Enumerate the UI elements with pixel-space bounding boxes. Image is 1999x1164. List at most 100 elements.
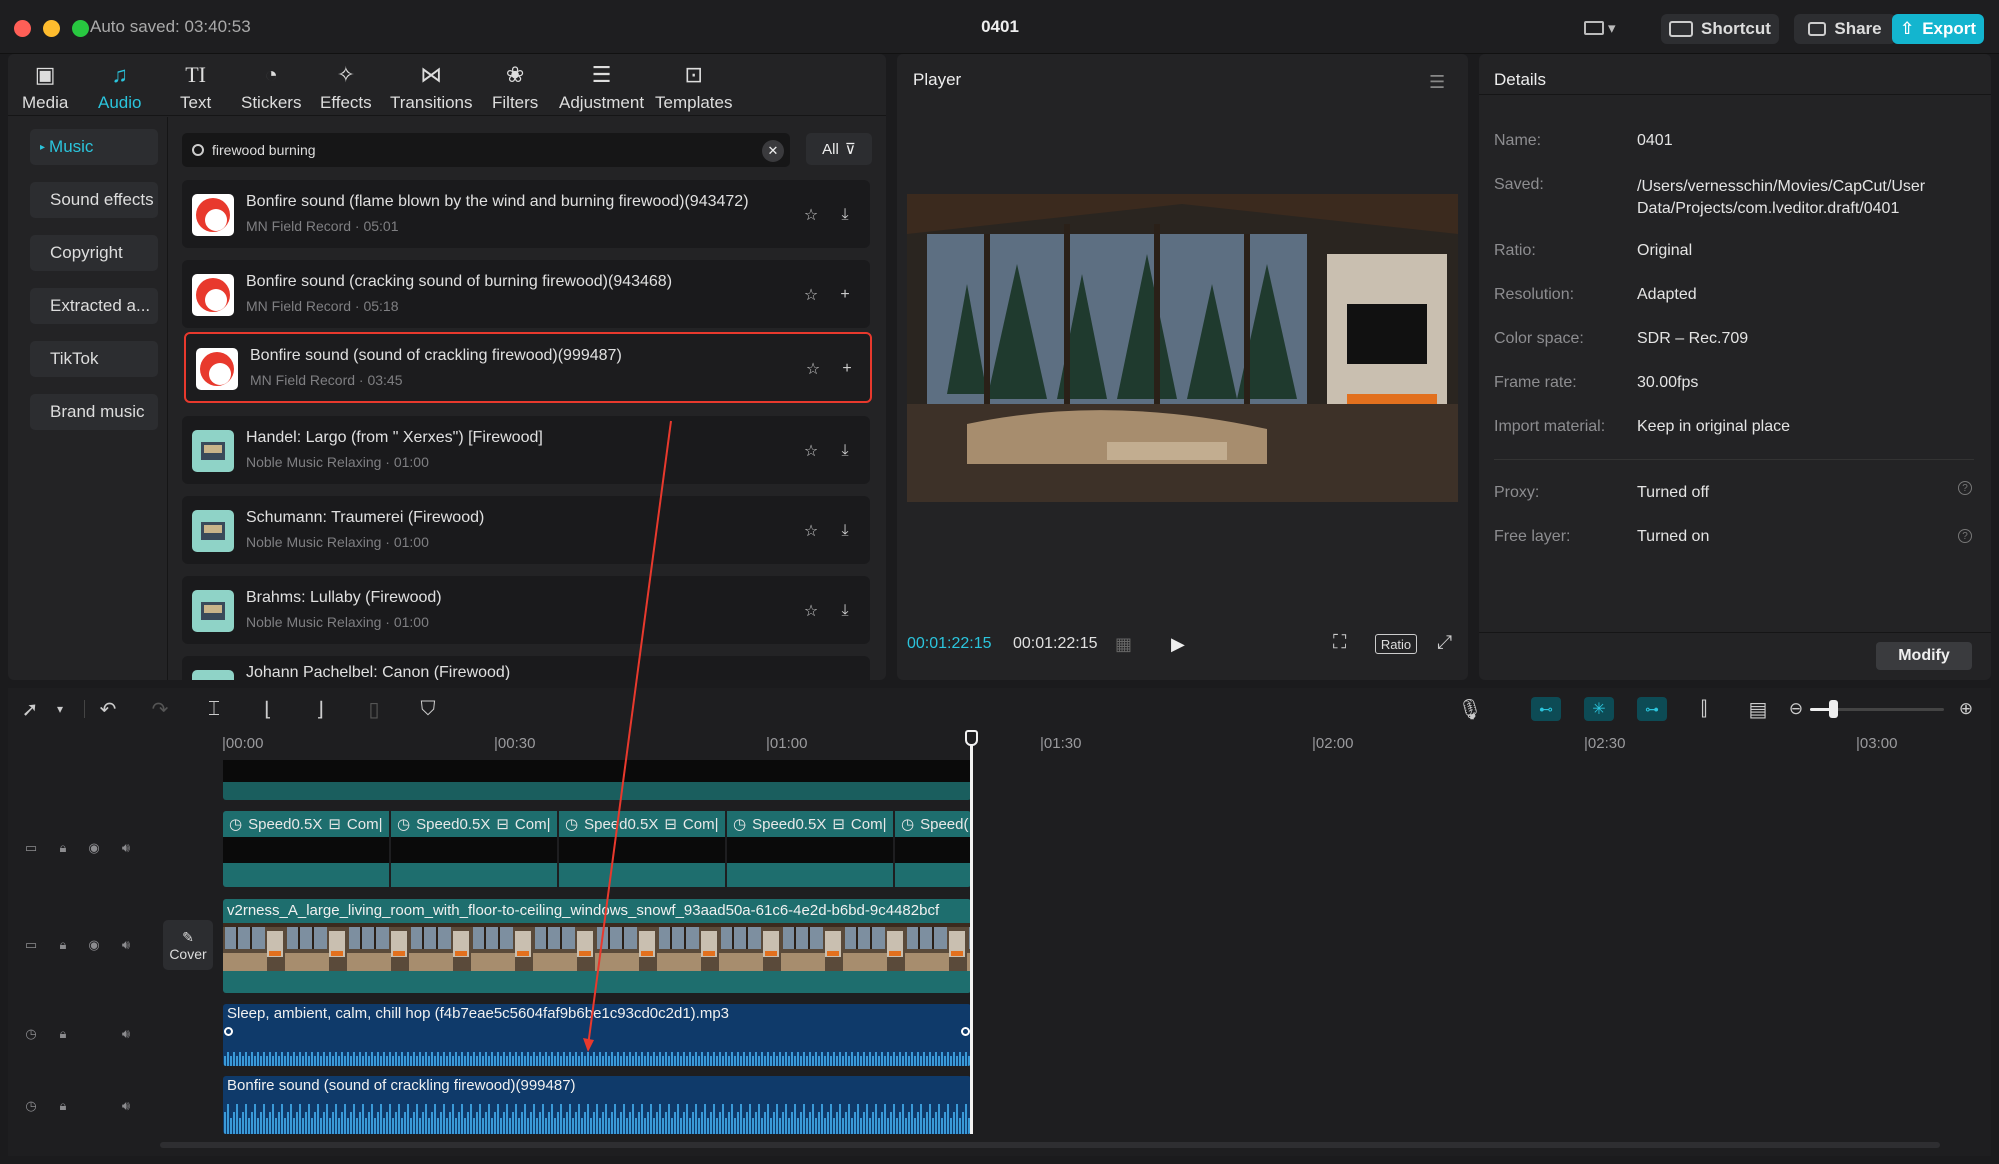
tab-text[interactable]: TI Text bbox=[180, 62, 211, 113]
speaker-icon[interactable]: 🔊︎ bbox=[118, 840, 134, 856]
favorite-star-icon[interactable]: ☆ bbox=[802, 522, 820, 540]
ruler-label: |02:30 bbox=[1584, 735, 1626, 752]
lock-icon[interactable]: 🔒︎ bbox=[55, 840, 71, 856]
select-tool-icon[interactable]: ➚ bbox=[18, 697, 42, 721]
close-window-button[interactable] bbox=[14, 20, 31, 37]
add-icon[interactable]: + bbox=[838, 360, 856, 378]
list-item[interactable]: Bonfire sound (cracking sound of burning… bbox=[182, 260, 870, 328]
download-icon[interactable]: ⤓ bbox=[836, 522, 854, 540]
video-track-icon: ▭ bbox=[24, 937, 38, 952]
clear-search-button[interactable]: ✕ bbox=[762, 140, 784, 162]
title-bar: Auto saved: 03:40:53 0401 ▾ Shortcut Sha… bbox=[0, 0, 1999, 54]
track-title: Bonfire sound (sound of crackling firewo… bbox=[250, 347, 622, 364]
lock-icon[interactable]: 🔒︎ bbox=[55, 937, 71, 953]
ratio-button[interactable]: Ratio bbox=[1375, 634, 1417, 654]
chevron-down-icon: ▾ bbox=[1608, 20, 1616, 37]
play-button[interactable]: ▶ bbox=[1171, 634, 1185, 655]
share-button[interactable]: Share bbox=[1794, 14, 1896, 44]
zoom-out-icon[interactable]: ⊖ bbox=[1784, 697, 1808, 721]
audio-clip-sleep[interactable]: Sleep, ambient, calm, chill hop (f4b7eae… bbox=[223, 1004, 971, 1066]
speaker-icon[interactable]: 🔊︎ bbox=[118, 937, 134, 953]
main-video-clip[interactable]: v2rness_A_large_living_room_with_floor-t… bbox=[223, 899, 971, 993]
maximize-window-button[interactable] bbox=[72, 20, 89, 37]
fade-out-handle[interactable] bbox=[961, 1027, 970, 1036]
timeline-ruler[interactable] bbox=[8, 730, 1991, 756]
redo-icon[interactable]: ↷ bbox=[148, 697, 172, 721]
speed-clips-track[interactable]: ◷ Speed0.5X ⊟ Com| ◷ Speed0.5X ⊟ Com| ◷ Speed0.… bbox=[223, 811, 971, 887]
export-button[interactable]: ⇧ Export bbox=[1892, 14, 1984, 44]
tab-stickers[interactable]: ◔ Stickers bbox=[241, 62, 301, 113]
trim-left-icon[interactable]: ⌊ bbox=[256, 697, 280, 721]
fullscreen-button[interactable]: ⤢ bbox=[1437, 632, 1452, 654]
modify-button[interactable]: Modify bbox=[1876, 642, 1972, 670]
download-icon[interactable]: ⤓ bbox=[836, 442, 854, 460]
speaker-icon[interactable]: 🔊︎ bbox=[118, 1098, 134, 1114]
tab-adjustment[interactable]: ☰ Adjustment bbox=[559, 62, 644, 113]
sidebar-item-music[interactable]: ▸ Music bbox=[30, 129, 158, 165]
menu-icon[interactable]: ☰ bbox=[1429, 72, 1445, 93]
tab-media[interactable]: ▣ Media bbox=[22, 62, 68, 113]
timeline-scrollbar[interactable] bbox=[160, 1142, 1940, 1148]
preview-axis-icon[interactable]: ⊶ bbox=[1637, 697, 1667, 721]
lock-icon[interactable]: 🔒︎ bbox=[55, 1026, 71, 1042]
split-icon[interactable]: ⌶ bbox=[202, 697, 226, 721]
favorite-star-icon[interactable]: ☆ bbox=[804, 360, 822, 378]
tab-transitions[interactable]: ⋈ Transitions bbox=[390, 62, 473, 113]
playhead-handle[interactable] bbox=[965, 730, 978, 746]
split-screen-icon[interactable]: ⫿ bbox=[1692, 697, 1716, 721]
delete-icon[interactable]: ▯ bbox=[362, 697, 386, 721]
speed-clip[interactable]: ◷ Speed0.5X ⊟ Com| bbox=[391, 811, 557, 837]
fit-screen-button[interactable]: ⛶ bbox=[1333, 632, 1346, 654]
list-item[interactable]: Brahms: Lullaby (Firewood) Noble Music R… bbox=[182, 576, 870, 644]
ruler-label: |00:00 bbox=[222, 735, 264, 752]
help-icon[interactable]: ? bbox=[1958, 481, 1972, 495]
trim-right-icon[interactable]: ⌋ bbox=[308, 697, 332, 721]
list-item[interactable]: Handel: Largo (from " Xerxes") [Firewood… bbox=[182, 416, 870, 484]
grid-icon[interactable]: ▦ bbox=[1115, 634, 1145, 654]
speaker-icon[interactable]: 🔊︎ bbox=[118, 1026, 134, 1042]
undo-icon[interactable]: ↶ bbox=[96, 697, 120, 721]
cover-button[interactable]: ✎ Cover bbox=[163, 920, 213, 970]
speed-clip[interactable]: ◷ Speed0.5X ⊟ Com| bbox=[727, 811, 893, 837]
fade-in-handle[interactable] bbox=[224, 1027, 233, 1036]
add-icon[interactable]: + bbox=[836, 286, 854, 304]
audio-clip-bonfire[interactable]: Bonfire sound (sound of crackling firewo… bbox=[223, 1076, 971, 1134]
chevron-down-icon[interactable]: ▾ bbox=[48, 697, 72, 721]
favorite-star-icon[interactable]: ☆ bbox=[802, 442, 820, 460]
help-icon[interactable]: ? bbox=[1958, 529, 1972, 543]
list-item[interactable]: Schumann: Traumerei (Firewood) Noble Mus… bbox=[182, 496, 870, 564]
tab-filters[interactable]: ❀ Filters bbox=[492, 62, 538, 113]
tab-effects[interactable]: ✧ Effects bbox=[320, 62, 372, 113]
favorite-star-icon[interactable]: ☆ bbox=[802, 206, 820, 224]
microphone-icon[interactable]: 🎙 bbox=[1457, 697, 1482, 721]
list-item[interactable]: Johann Pachelbel: Canon (Firewood) bbox=[182, 656, 870, 680]
tab-templates[interactable]: ⊡ Templates bbox=[655, 62, 732, 113]
speed-clip[interactable]: ◷ Speed0.5X ⊟ Com| bbox=[223, 811, 389, 837]
eye-icon[interactable]: ◉ bbox=[86, 840, 102, 856]
download-icon[interactable]: ⤓ bbox=[836, 602, 854, 620]
list-item-selected[interactable]: Bonfire sound (sound of crackling firewo… bbox=[184, 332, 872, 403]
search-input[interactable]: firewood burning bbox=[182, 133, 790, 167]
download-icon[interactable]: ⤓ bbox=[836, 206, 854, 224]
transitions-icon: ⋈ bbox=[420, 62, 443, 87]
list-item[interactable]: Bonfire sound (flame blown by the wind a… bbox=[182, 180, 870, 248]
marker-icon[interactable]: ⛉ bbox=[416, 697, 440, 721]
link-clips-icon[interactable]: ⊷ bbox=[1531, 697, 1561, 721]
favorite-star-icon[interactable]: ☆ bbox=[802, 286, 820, 304]
tab-audio[interactable]: ♫ Audio bbox=[98, 62, 141, 113]
speed-clip[interactable]: ◷ Speed( bbox=[895, 811, 971, 837]
snap-icon[interactable]: ✳ bbox=[1584, 697, 1614, 721]
speed-clip[interactable]: ◷ Speed0.5X ⊟ Com| bbox=[559, 811, 725, 837]
shortcut-button[interactable]: Shortcut bbox=[1661, 14, 1779, 44]
filter-all-button[interactable]: All ⊽ bbox=[806, 133, 872, 165]
layout-menu-button[interactable]: ▾ bbox=[1584, 18, 1624, 38]
zoom-slider-handle[interactable] bbox=[1829, 700, 1838, 718]
favorite-star-icon[interactable]: ☆ bbox=[802, 602, 820, 620]
minimize-window-button[interactable] bbox=[43, 20, 60, 37]
playhead[interactable] bbox=[970, 732, 973, 1134]
zoom-in-icon[interactable]: ⊕ bbox=[1954, 697, 1978, 721]
eye-icon[interactable]: ◉ bbox=[86, 937, 102, 953]
overlay-track-clip[interactable] bbox=[223, 760, 971, 800]
thumbnail-icon[interactable]: ▤ bbox=[1746, 697, 1770, 721]
lock-icon[interactable]: 🔒︎ bbox=[55, 1098, 71, 1114]
